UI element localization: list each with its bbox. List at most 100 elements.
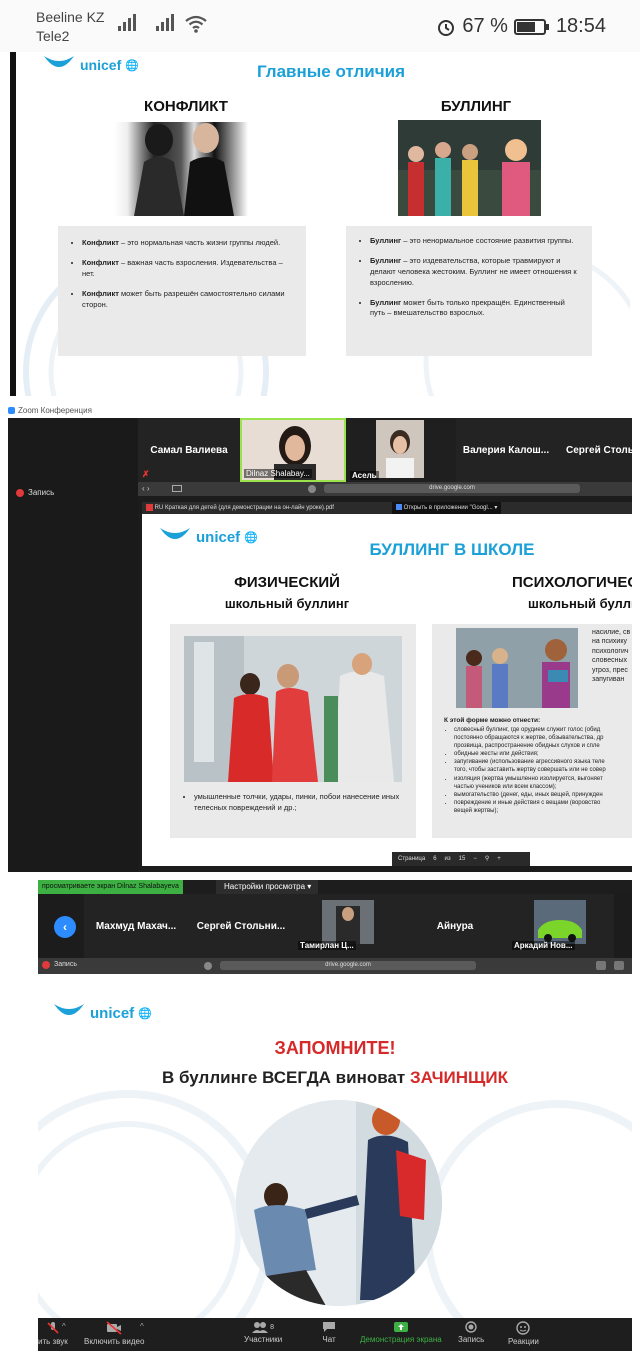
carrier-2: Tele2: [36, 28, 70, 44]
participant-tile-c[interactable]: Тамирлан Ц...: [294, 894, 402, 958]
record-indicator[interactable]: Запись: [16, 488, 54, 497]
pdf-file-icon: [146, 503, 153, 511]
globe-icon: 🌐: [138, 1007, 152, 1020]
school-hallway-photo: [184, 636, 402, 782]
browser-toolbar-2: Запись drive.google.com: [38, 958, 632, 974]
sidebar-toggle-icon[interactable]: [172, 485, 182, 492]
participant-tile-3[interactable]: Асель: [346, 418, 456, 482]
chat-icon: [323, 1322, 335, 1332]
settings-icon[interactable]: [596, 961, 606, 970]
pdf-toolbar: RU Краткая для детей (для демонстрации н…: [142, 502, 632, 514]
battery-percent: 67 %: [462, 15, 508, 37]
clock: 18:54: [555, 15, 606, 37]
status-right: 67 % 18:54: [436, 15, 606, 38]
record-button[interactable]: Запись: [458, 1321, 484, 1344]
participant-tile-e[interactable]: Аркадий Нов...: [508, 894, 614, 958]
record-icon-2: [42, 961, 50, 969]
conflict-bullet-3: Конфликт может быть разрешён самостоятел…: [82, 289, 296, 311]
chat-button[interactable]: Чат: [322, 1321, 336, 1344]
zoom-in-icon[interactable]: +: [497, 852, 501, 866]
physical-bullet: умышленные толчки, удары, пинки, побои н…: [194, 792, 406, 814]
remember-title: ЗАПОМНИТЕ!: [274, 1038, 396, 1058]
physical-subheading: школьный буллинг: [224, 596, 350, 611]
mic-muted-icon: ✗: [142, 469, 150, 479]
share-screen-button[interactable]: Демонстрация экрана: [360, 1321, 442, 1344]
carrier-1: Beeline KZ: [36, 9, 105, 25]
video-off-icon: [106, 1321, 122, 1335]
back-forward-icon[interactable]: ‹ ›: [142, 484, 150, 493]
browser-toolbar: ‹ › drive.google.com: [138, 482, 632, 496]
participant-tile-2[interactable]: Dilnaz Shalabay...: [240, 418, 346, 482]
wifi-icon: [185, 15, 207, 33]
status-bar: Beeline KZ Tele2 67 % 18:54: [0, 0, 640, 52]
bullying-bullet-3: Буллинг может быть только прекращён. Еди…: [370, 298, 582, 320]
shield-icon-2: [204, 962, 212, 970]
psychological-list: словесный буллинг, где орудием служит го…: [444, 726, 632, 815]
record-icon: [465, 1321, 477, 1333]
chevron-down-icon: ▾: [307, 882, 312, 891]
chevron-up-icon-2[interactable]: ^: [140, 1322, 144, 1331]
start-video-button[interactable]: Включить видео: [84, 1321, 144, 1346]
view-settings-dropdown[interactable]: Настройки просмотра ▾: [216, 880, 318, 894]
chevron-up-icon[interactable]: ^: [62, 1322, 66, 1331]
slide-main-differences: unicef 🌐 Главные отличия КОНФЛИКТ БУЛЛИН…: [10, 52, 630, 396]
conflict-photo: [114, 122, 248, 216]
battery-icon: [513, 18, 549, 35]
unicef-emblem-icon: [44, 56, 74, 67]
schoolgirls-photo: [456, 628, 578, 708]
address-bar-2[interactable]: drive.google.com: [220, 961, 476, 970]
physical-box: умышленные толчки, удары, пинки, побои н…: [170, 624, 416, 838]
signal-icon-2: [156, 14, 174, 31]
docs-icon: [396, 504, 402, 511]
bullying-photo: [398, 120, 541, 216]
participants-icon: [252, 1322, 269, 1333]
participant-tile-d[interactable]: Айнура: [402, 894, 508, 958]
record-icon: [16, 488, 24, 497]
globe-icon: 🌐: [244, 531, 258, 544]
previous-page-button[interactable]: ‹: [54, 916, 76, 938]
participant-tile-4[interactable]: Валерия Калош...: [456, 418, 556, 482]
zoom-left-panel: [8, 418, 138, 872]
participant-c-video: [322, 900, 374, 944]
pdf-filename: RU Краткая для детей (для демонстрации н…: [154, 505, 334, 511]
slide-school-bullying: unicef 🌐 БУЛЛИНГ В ШКОЛЕ ФИЗИЧЕСКИЙ школ…: [142, 514, 632, 866]
unicef-emblem-icon: [160, 528, 190, 539]
conflict-heading: КОНФЛИКТ: [144, 98, 228, 115]
psychological-heading: ПСИХОЛОГИЧЕСК: [512, 574, 632, 591]
psychological-side-list: насилие, св на психику психологич словес…: [592, 629, 631, 684]
participant-tile-a[interactable]: Махмуд Махач...: [84, 894, 188, 958]
psychological-subheading: школьный булли: [528, 596, 632, 611]
zoom-meeting-window-2: ‹ Махмуд Махач... Сергей Стольни... Тами…: [38, 894, 632, 974]
reactions-button[interactable]: Реакции: [508, 1321, 539, 1346]
pdf-page-controls: Страница 6 из 15 − ⚲ +: [392, 852, 530, 866]
slide-remember: unicef 🌐 ЗАПОМНИТЕ! В буллинге ВСЕГДА ви…: [38, 974, 632, 1318]
page-number[interactable]: 6: [433, 852, 436, 866]
participant-tile-1[interactable]: Самал Валиева ✗: [138, 418, 240, 482]
zoom-app-icon: [8, 407, 15, 414]
participant-tile-5[interactable]: Сергей Столь...: [556, 418, 632, 482]
conflict-bullet-2: Конфликт – важная часть взросления. Изде…: [82, 258, 296, 280]
unicef-logo-3: unicef 🌐: [52, 1002, 152, 1024]
viewing-screen-banner: просматриваете экран Dilnaz Shalabayeva: [38, 880, 183, 894]
reactions-icon: [516, 1321, 531, 1335]
zoom-out-icon[interactable]: −: [473, 852, 477, 866]
shield-icon: [308, 485, 316, 493]
mic-muted-icon: [47, 1322, 59, 1334]
open-in-app-button[interactable]: Открыть в приложении "Googl... ▾: [392, 502, 502, 514]
address-bar[interactable]: drive.google.com: [324, 484, 580, 493]
participant-3-video: [376, 420, 424, 478]
conflict-bullets: Конфликт – это нормальная часть жизни гр…: [58, 226, 306, 356]
slide-2-title: БУЛЛИНГ В ШКОЛЕ: [369, 540, 535, 559]
bullying-bullet-1: Буллинг – это ненормальное состояние раз…: [370, 236, 582, 247]
physical-heading: ФИЗИЧЕСКИЙ: [234, 574, 340, 591]
participants-button[interactable]: 8 Участники: [244, 1321, 282, 1344]
conflict-bullet-1: Конфликт – это нормальная часть жизни гр…: [82, 238, 296, 249]
bullying-bullet-2: Буллинг – это издевательства, которые тр…: [370, 256, 582, 289]
unicef-emblem-icon: [54, 1004, 84, 1015]
alarm-icon: [438, 19, 455, 36]
zoom-window-title: Zoom Конференция: [8, 406, 92, 415]
share-icon[interactable]: [614, 961, 624, 970]
magnifier-icon: ⚲: [484, 856, 490, 862]
slide-title: Главные отличия: [256, 62, 405, 81]
participant-tile-b[interactable]: Сергей Стольни...: [188, 894, 294, 958]
